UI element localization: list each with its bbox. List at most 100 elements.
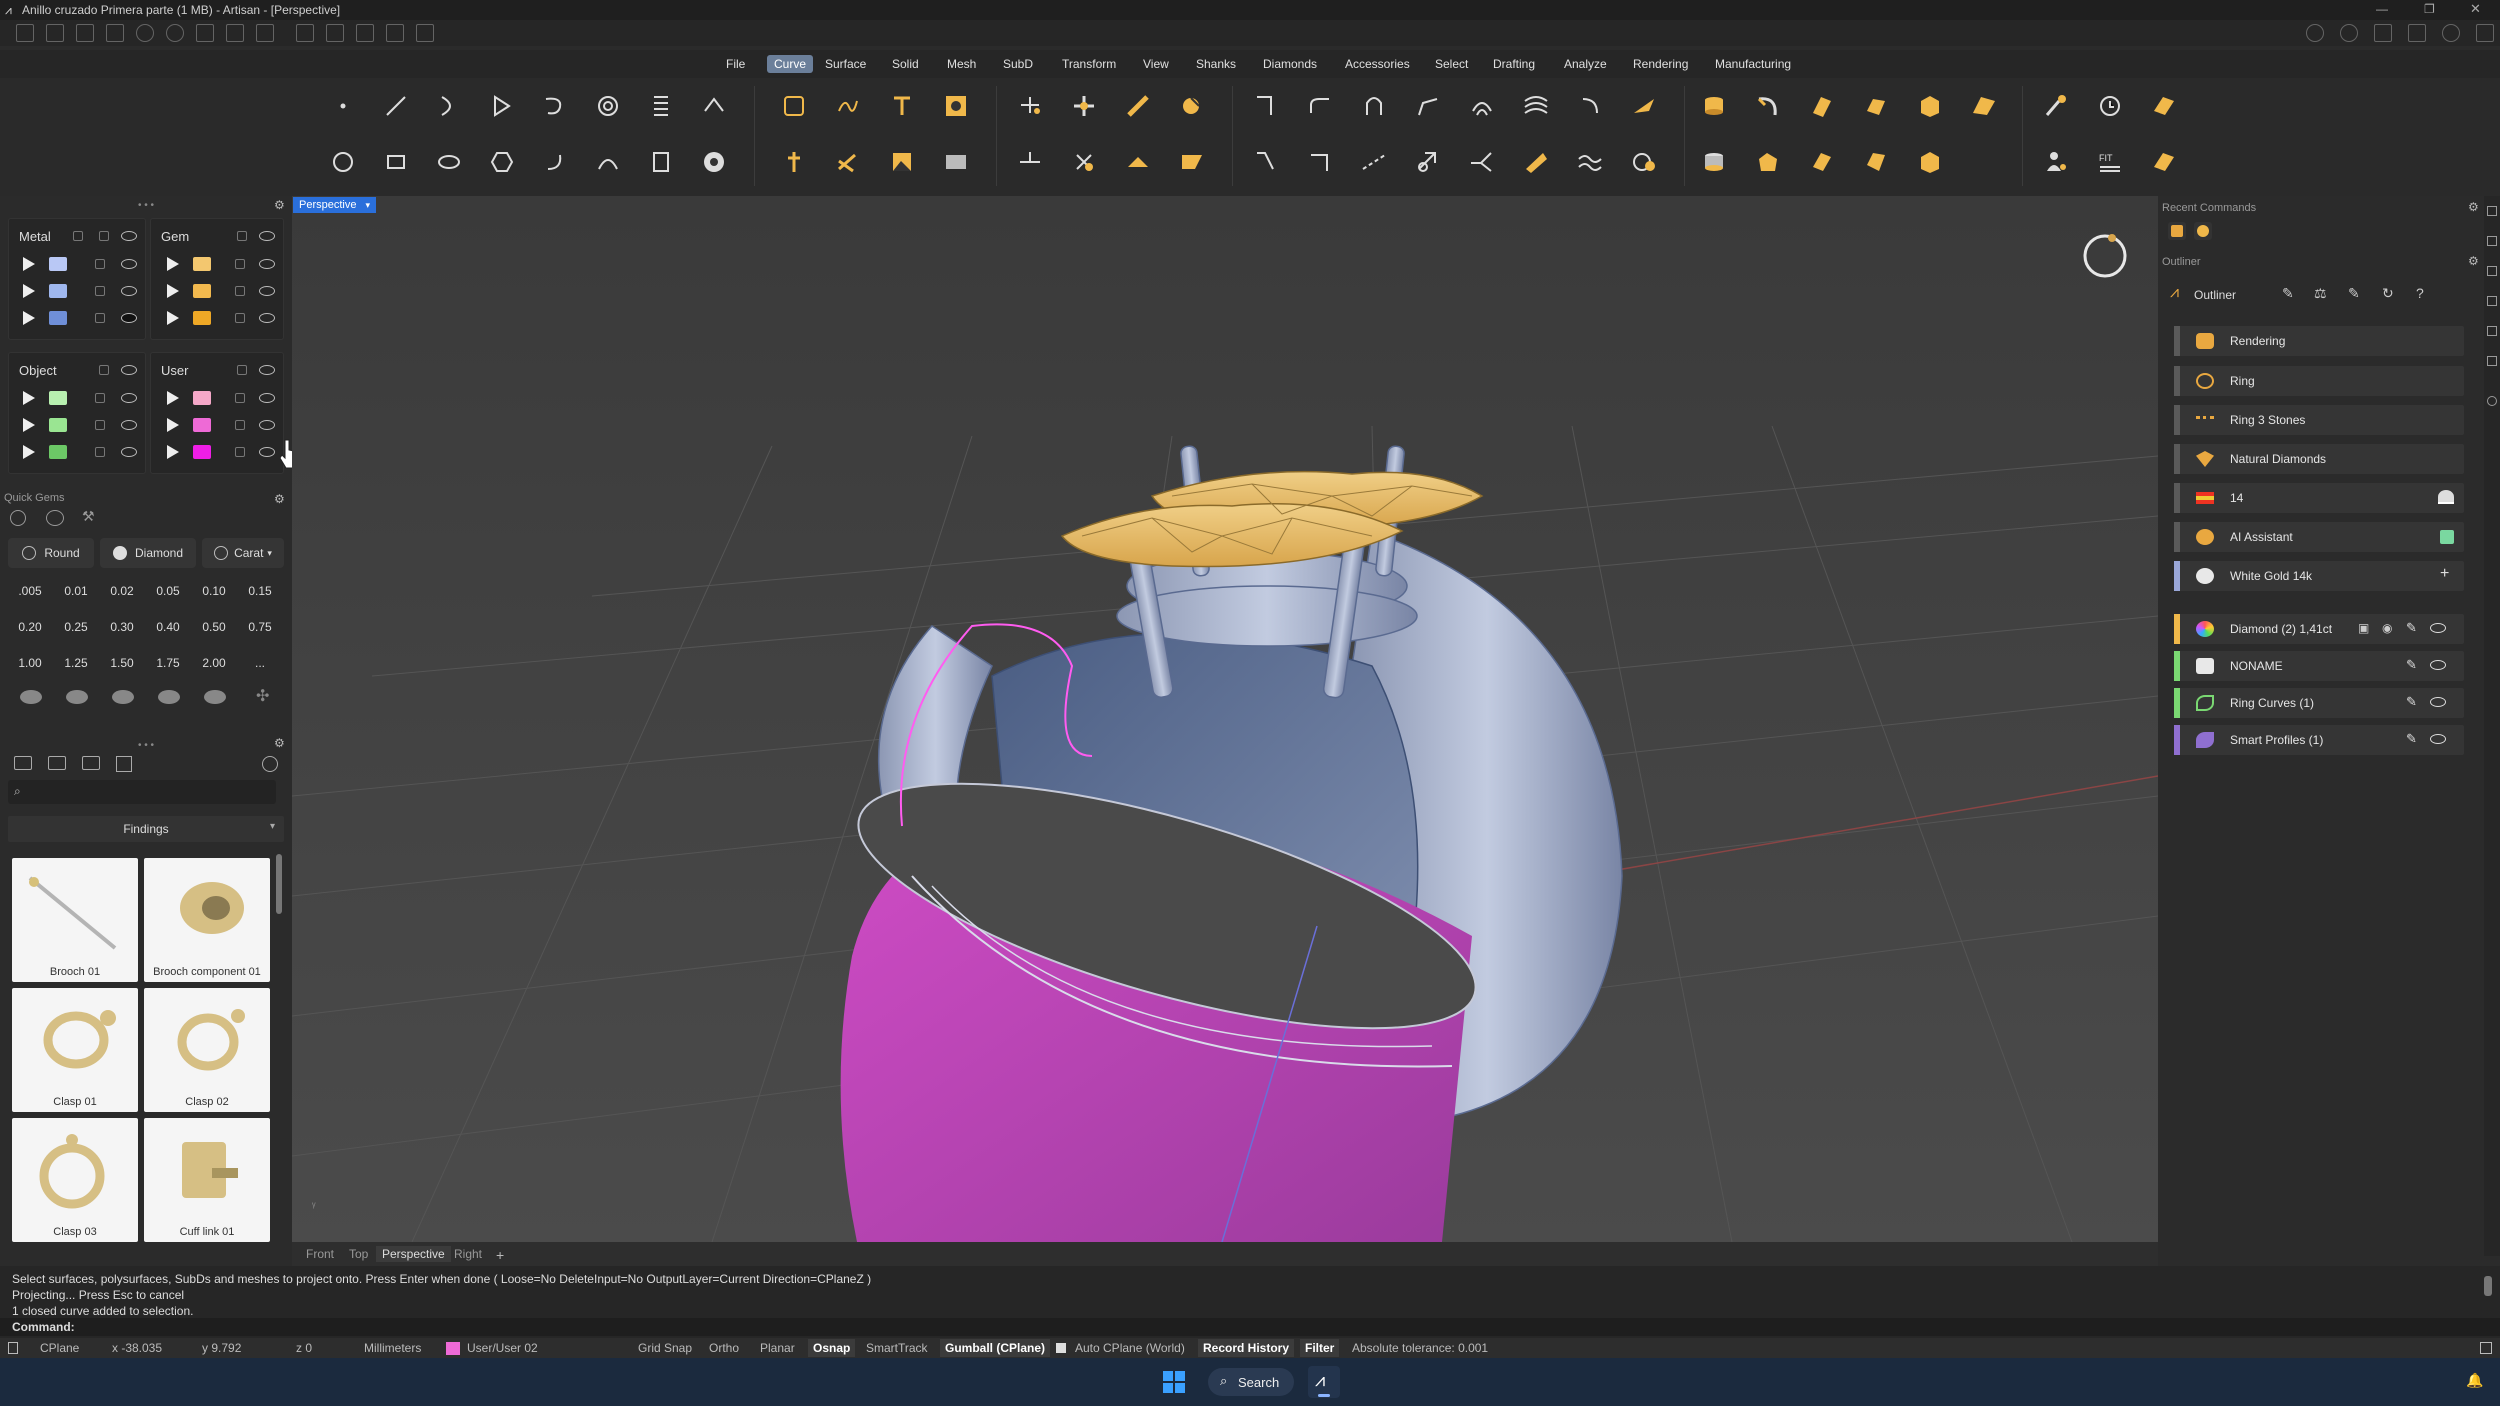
hook-icon[interactable] <box>1570 86 1610 126</box>
dashed-icon[interactable] <box>1354 142 1394 182</box>
library-history-icon[interactable] <box>262 756 278 772</box>
record-history-toggle[interactable]: Record History <box>1198 1339 1295 1357</box>
lock-icon[interactable] <box>95 259 105 269</box>
menu-drafting[interactable]: Drafting <box>1486 55 1542 73</box>
wavy-icon[interactable] <box>1570 142 1610 182</box>
gem-cut-pear-icon[interactable] <box>158 690 180 704</box>
recent-commands-settings-icon[interactable]: ⚙ <box>2468 200 2479 214</box>
carat-size-button[interactable]: .005 <box>9 576 51 606</box>
carat-size-button[interactable]: 0.20 <box>9 612 51 642</box>
layer-color-swatch[interactable] <box>193 391 211 405</box>
menu-shanks[interactable]: Shanks <box>1189 55 1243 73</box>
gem-cut-more-icon[interactable]: ✣ <box>256 686 269 706</box>
new-file-icon[interactable] <box>16 24 34 42</box>
taskbar-artisan-app[interactable]: ⩘ <box>1308 1366 1340 1398</box>
lock-icon[interactable] <box>95 447 105 457</box>
blend-icon[interactable] <box>1300 86 1340 126</box>
outliner-row[interactable]: Natural Diamonds <box>2174 444 2464 474</box>
menu-diamonds[interactable]: Diamonds <box>1256 55 1324 73</box>
outliner-row[interactable]: Diamond (2) 1,41ct ▣ ◉ ✎ <box>2174 614 2464 644</box>
carat-size-button[interactable]: 0.25 <box>55 612 97 642</box>
open-recent-icon[interactable] <box>106 24 124 42</box>
lock-icon[interactable] <box>99 231 109 241</box>
expand-icon[interactable] <box>23 284 35 298</box>
lock-icon[interactable] <box>95 286 105 296</box>
perspective-viewport[interactable]: ᵧ Perspective ▾ <box>292 196 2158 1242</box>
gem-cut-round-icon[interactable] <box>20 690 42 704</box>
outliner-row[interactable]: Ring <box>2174 366 2464 396</box>
cylinder-icon[interactable] <box>1694 142 1734 182</box>
library-grip-icon[interactable]: • • • <box>138 740 154 751</box>
command-input[interactable]: Command: <box>0 1318 2500 1336</box>
gumball-toggle[interactable]: Gumball (CPlane) <box>940 1339 1051 1357</box>
project-curve-icon[interactable] <box>774 86 814 126</box>
expand-icon[interactable] <box>23 257 35 271</box>
lock-icon[interactable] <box>235 393 245 403</box>
eye-icon[interactable] <box>259 447 275 457</box>
arc-icon[interactable] <box>429 86 469 126</box>
display-icon[interactable] <box>2408 24 2426 42</box>
add-view-tab-icon[interactable]: + <box>490 1246 510 1264</box>
edit-icon[interactable]: ✎ <box>2406 694 2417 710</box>
library-folder-icon[interactable] <box>14 756 32 770</box>
carat-size-button[interactable]: 0.50 <box>193 612 235 642</box>
library-item[interactable]: Clasp 02 <box>144 988 270 1112</box>
lock-icon[interactable] <box>235 420 245 430</box>
wave-icon[interactable] <box>1516 86 1556 126</box>
carat-size-button[interactable]: 1.25 <box>55 648 97 678</box>
edit-icon[interactable]: ✎ <box>2406 731 2417 747</box>
refresh-icon[interactable]: ↻ <box>2382 285 2394 302</box>
picture-frame-icon[interactable] <box>936 142 976 182</box>
lock-icon[interactable] <box>235 286 245 296</box>
layer-tool-icon[interactable] <box>2144 86 2184 126</box>
polygon-icon[interactable] <box>482 142 522 182</box>
minimize-button[interactable]: — <box>2376 2 2388 16</box>
eye-icon[interactable] <box>259 286 275 296</box>
library-grid-icon[interactable] <box>116 756 132 772</box>
menu-accessories[interactable]: Accessories <box>1338 55 1417 73</box>
menu-solid[interactable]: Solid <box>885 55 926 73</box>
panel-grip-icon[interactable]: • • • <box>138 200 154 211</box>
viewport-title-tab[interactable]: Perspective ▾ <box>293 197 377 213</box>
move-icon[interactable] <box>356 24 374 42</box>
lock-icon[interactable] <box>237 365 247 375</box>
account-icon[interactable] <box>2476 24 2494 42</box>
eye-icon[interactable] <box>259 420 275 430</box>
eye-icon[interactable] <box>121 313 137 323</box>
library-item[interactable]: Clasp 03 <box>12 1118 138 1242</box>
solid-box-icon[interactable] <box>1910 142 1950 182</box>
template-icon[interactable] <box>46 24 64 42</box>
eye-icon[interactable] <box>121 231 137 241</box>
windows-start-icon[interactable] <box>1162 1370 1186 1394</box>
menu-file[interactable]: File <box>719 55 752 73</box>
carat-size-button[interactable]: 0.15 <box>239 576 281 606</box>
eye-icon[interactable] <box>259 313 275 323</box>
layer-color-swatch[interactable] <box>49 445 67 459</box>
layer-color-swatch[interactable] <box>49 418 67 432</box>
tab-front[interactable]: Front <box>300 1246 340 1262</box>
ortho-toggle[interactable]: Ortho <box>709 1341 739 1355</box>
recent-command-project-icon[interactable] <box>2168 222 2186 240</box>
layer-color-swatch[interactable] <box>193 257 211 271</box>
add-icon[interactable]: + <box>2440 565 2449 583</box>
image-trace-icon[interactable] <box>882 142 922 182</box>
library-item[interactable]: Clasp 01 <box>12 988 138 1112</box>
pipe-icon[interactable] <box>1516 142 1556 182</box>
command-scrollbar[interactable] <box>2484 1276 2492 1296</box>
explode-icon[interactable] <box>1010 142 1050 182</box>
sweep-icon[interactable] <box>1748 86 1788 126</box>
carat-size-button[interactable]: 0.01 <box>55 576 97 606</box>
open-folder-icon[interactable] <box>76 24 94 42</box>
gem-settings-icon[interactable] <box>46 510 64 526</box>
panel-settings-icon[interactable]: ⚙ <box>274 198 285 212</box>
smarttrack-toggle[interactable]: SmartTrack <box>866 1341 928 1355</box>
line-icon[interactable] <box>376 86 416 126</box>
filter-toggle[interactable]: Filter <box>1300 1339 1340 1357</box>
save-as-icon[interactable] <box>226 24 244 42</box>
eye-icon[interactable] <box>121 393 137 403</box>
chamfer-curve-icon[interactable] <box>1408 86 1448 126</box>
dock-help-icon[interactable] <box>2487 396 2497 406</box>
notification-icon[interactable]: 🔔 <box>2466 1372 2483 1389</box>
fillet-icon[interactable] <box>1118 142 1158 182</box>
edit-icon[interactable]: ✎ <box>2406 657 2417 673</box>
